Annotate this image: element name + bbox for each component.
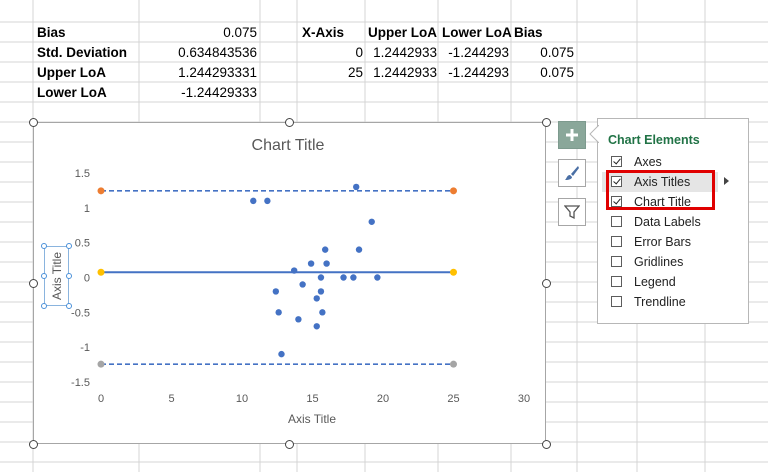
resize-handle-bottom-right[interactable]	[542, 440, 551, 449]
axis-titles-submenu-arrow[interactable]	[724, 177, 729, 185]
header-upper-loa[interactable]: Upper LoA	[368, 23, 437, 43]
cell-std-label[interactable]: Std. Deviation	[37, 43, 127, 63]
selection-handle[interactable]	[41, 273, 47, 279]
chart-element-option-data-labels[interactable]: Data Labels	[609, 212, 739, 232]
selection-handle[interactable]	[66, 243, 72, 249]
resize-handle-top-right[interactable]	[542, 118, 551, 127]
resize-handle-bottom[interactable]	[285, 440, 294, 449]
table-cell[interactable]: -1.244293	[440, 63, 509, 83]
checkbox[interactable]	[611, 276, 622, 287]
selection-handle[interactable]	[41, 243, 47, 249]
highlight-annotation-box	[606, 170, 715, 210]
chart-element-option-gridlines[interactable]: Gridlines	[609, 252, 739, 272]
panel-pointer	[589, 125, 599, 143]
table-cell[interactable]: 0	[300, 43, 363, 63]
cell-upper-value[interactable]: 1.244293331	[140, 63, 257, 83]
resize-handle-bottom-left[interactable]	[29, 440, 38, 449]
checkbox[interactable]	[611, 256, 622, 267]
table-cell[interactable]: 1.2442933	[366, 63, 437, 83]
table-cell[interactable]: 1.2442933	[366, 43, 437, 63]
option-label: Legend	[634, 275, 676, 289]
chart-filters-button[interactable]	[558, 198, 586, 226]
chart-area[interactable]	[33, 122, 546, 444]
table-cell[interactable]: 25	[300, 63, 363, 83]
selection-handle[interactable]	[66, 303, 72, 309]
table-cell[interactable]: -1.244293	[440, 43, 509, 63]
header-bias[interactable]: Bias	[514, 23, 543, 43]
chart-styles-button[interactable]	[558, 159, 586, 187]
plus-icon	[566, 129, 578, 141]
chart-element-option-axes[interactable]: Axes	[609, 152, 739, 172]
option-label: Axes	[634, 155, 662, 169]
option-label: Trendline	[634, 295, 686, 309]
chart-element-option-legend[interactable]: Legend	[609, 272, 739, 292]
checkbox[interactable]	[611, 156, 622, 167]
cell-bias-label[interactable]: Bias	[37, 23, 66, 43]
chart-elements-button[interactable]	[558, 121, 586, 149]
checkbox[interactable]	[611, 216, 622, 227]
selection-handle[interactable]	[66, 273, 72, 279]
filter-icon	[564, 205, 580, 220]
option-label: Gridlines	[634, 255, 684, 269]
option-label: Error Bars	[634, 235, 691, 249]
table-cell[interactable]: 0.075	[512, 43, 574, 63]
checkbox[interactable]	[611, 236, 622, 247]
resize-handle-left[interactable]	[29, 279, 38, 288]
header-lower-loa[interactable]: Lower LoA	[442, 23, 512, 43]
cell-bias-value[interactable]: 0.075	[140, 23, 257, 43]
panel-title: Chart Elements	[608, 133, 700, 147]
checkbox[interactable]	[611, 296, 622, 307]
resize-handle-right[interactable]	[542, 279, 551, 288]
header-x-axis[interactable]: X-Axis	[302, 23, 344, 43]
cell-lower-value[interactable]: -1.24429333	[140, 83, 257, 103]
cell-lower-label[interactable]: Lower LoA	[37, 83, 107, 103]
selection-handle[interactable]	[41, 303, 47, 309]
table-cell[interactable]: 0.075	[512, 63, 574, 83]
chart-element-option-trendline[interactable]: Trendline	[609, 292, 739, 312]
chart-element-option-error-bars[interactable]: Error Bars	[609, 232, 739, 252]
resize-handle-top[interactable]	[285, 118, 294, 127]
cell-upper-label[interactable]: Upper LoA	[37, 63, 106, 83]
option-label: Data Labels	[634, 215, 701, 229]
resize-handle-top-left[interactable]	[29, 118, 38, 127]
cell-std-value[interactable]: 0.634843536	[140, 43, 257, 63]
paintbrush-icon	[565, 166, 579, 180]
